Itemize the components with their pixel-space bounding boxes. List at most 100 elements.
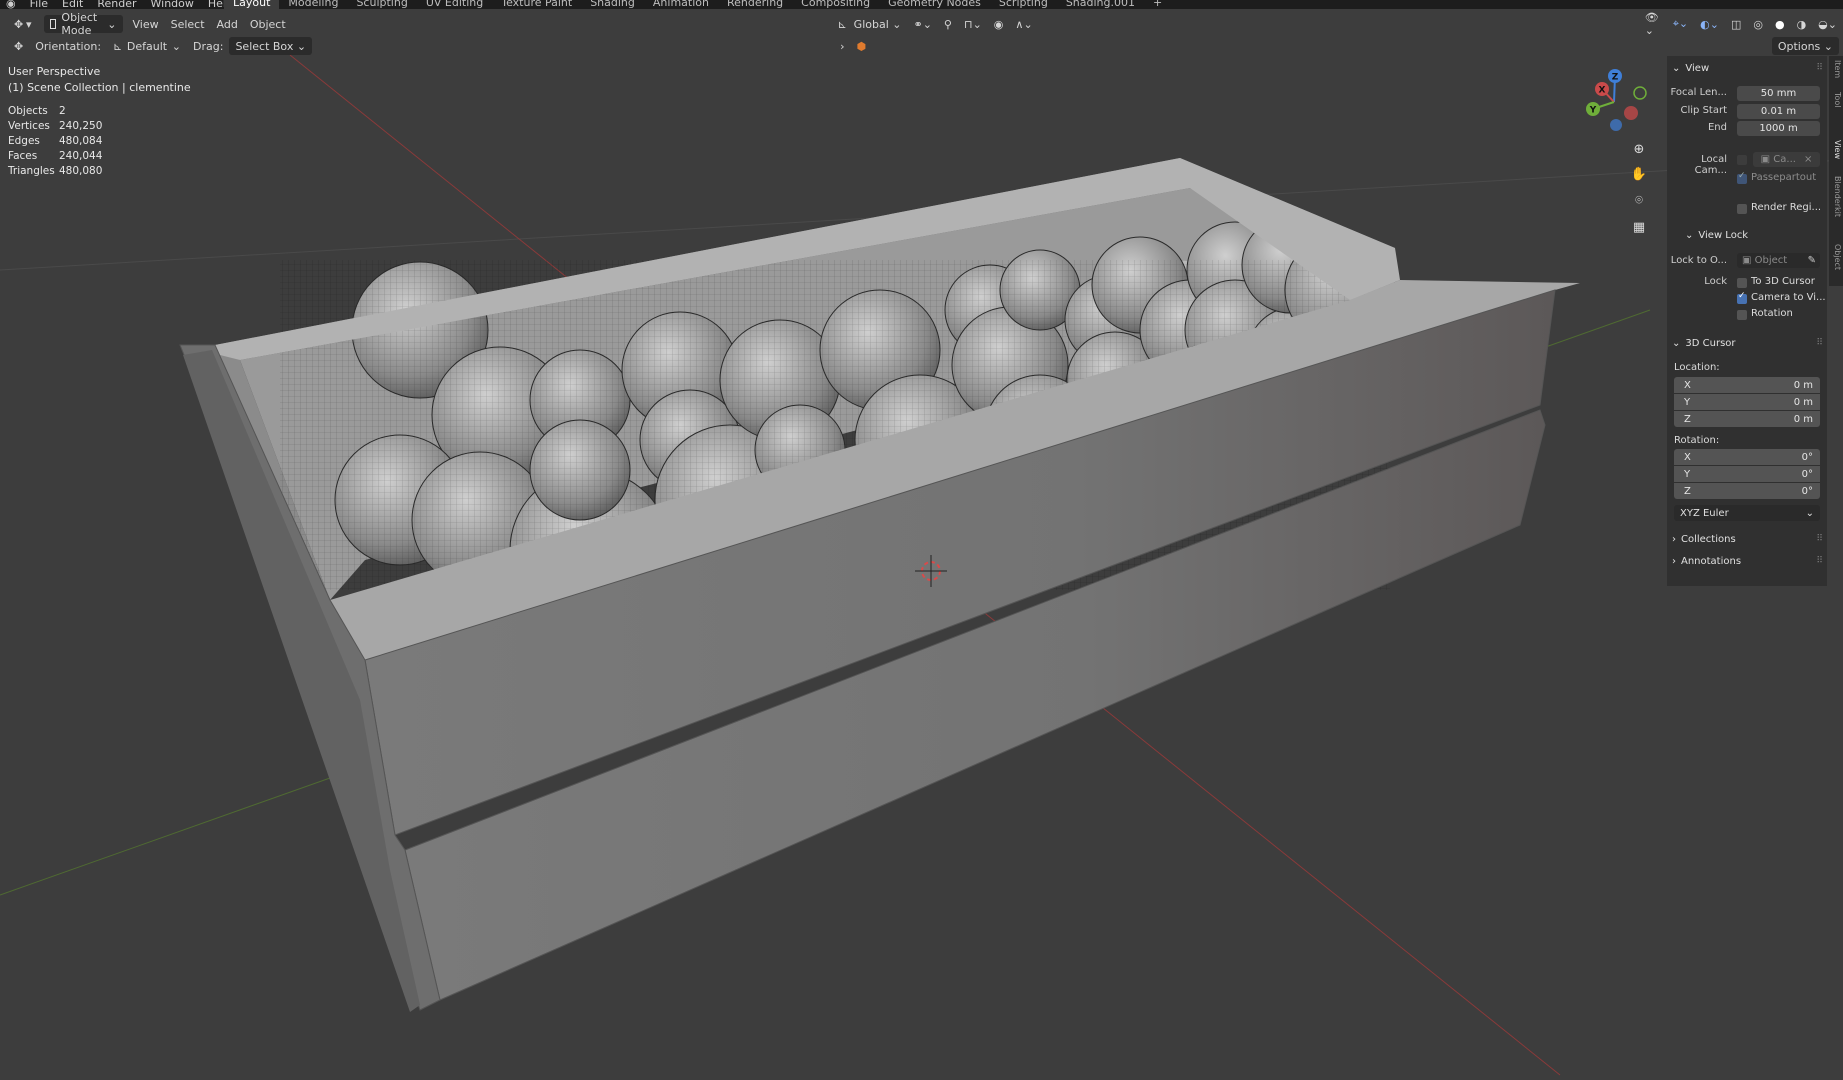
cursor-location-z[interactable]: Z0 m [1674, 411, 1820, 427]
cursor-section-header[interactable]: ⌄ 3D Cursor [1672, 338, 1736, 349]
tab-uv-editing[interactable]: UV Editing [417, 0, 492, 9]
snap-target-button[interactable]: ⊓⌄ [958, 15, 988, 33]
xray-toggle-icon[interactable]: ◫ [1725, 15, 1747, 33]
menu-file[interactable]: File [30, 0, 48, 9]
local-camera-label: Local Cam... [1694, 154, 1727, 176]
blender-logo-icon[interactable]: ◉ [6, 0, 16, 9]
tab-shading-001[interactable]: Shading.001 [1057, 0, 1144, 9]
cursor-rotation-x[interactable]: X 0° [1674, 449, 1820, 465]
view-lock-header[interactable]: ⌄ View Lock [1685, 230, 1748, 241]
proportional-edit-icon[interactable]: ◉ [988, 15, 1010, 33]
drag-grip-icon[interactable]: ⠿ [1816, 556, 1823, 566]
cursor-rotation-y[interactable]: Y 0° [1674, 466, 1820, 482]
options-dropdown[interactable]: Options ⌄ [1771, 37, 1839, 55]
visibility-icon[interactable]: 👁⌄ [1639, 11, 1667, 37]
drag-grip-icon[interactable]: ⠿ [1816, 63, 1823, 73]
shading-solid-icon[interactable]: ● [1769, 15, 1791, 33]
local-camera-field[interactable]: ▣ Ca... × [1753, 152, 1820, 167]
stat-label: Objects [8, 105, 48, 117]
clip-end-field[interactable]: 1000 m [1737, 121, 1820, 136]
collections-section-header[interactable]: › Collections [1672, 534, 1736, 545]
svg-text:Y: Y [1589, 106, 1597, 116]
add-workspace-button[interactable]: + [1144, 0, 1171, 9]
orientation-dropdown[interactable]: ⊾ Default ⌄ [107, 37, 187, 55]
view-section-header[interactable]: ⌄ View [1672, 63, 1709, 74]
lock-to-cursor-checkbox[interactable] [1737, 278, 1747, 288]
mode-dropdown[interactable]: Object Mode ⌄ [43, 11, 123, 37]
view-name: User Perspective [8, 65, 101, 78]
transform-orientation-dropdown[interactable]: ⊾ Global ⌄ [832, 15, 908, 33]
camera-to-view-checkbox[interactable] [1737, 291, 1747, 304]
expand-arrow-icon[interactable]: › [834, 37, 850, 55]
tab-modeling[interactable]: Modeling [279, 0, 347, 9]
shading-wireframe-icon[interactable]: ◎ [1747, 15, 1769, 33]
object-icon: ▣ [1742, 255, 1755, 266]
render-region-checkbox[interactable] [1737, 204, 1747, 214]
chevron-right-icon: › [1672, 556, 1676, 567]
tab-compositing[interactable]: Compositing [792, 0, 879, 9]
menu-object[interactable]: Object [244, 15, 292, 33]
cursor-location-x[interactable]: X0 m [1674, 377, 1820, 393]
cursor-location-y[interactable]: Y0 m [1674, 394, 1820, 410]
stat-value: 480,084 [59, 135, 103, 147]
camera-icon: ▣ [1760, 154, 1774, 165]
passepartout-checkbox[interactable] [1737, 171, 1747, 184]
menu-add[interactable]: Add [211, 15, 244, 33]
rotation-label: Rotation: [1674, 435, 1720, 446]
lock-rotation-label: Rotation [1751, 308, 1793, 319]
pivot-point-button[interactable]: ⚭⌄ [907, 15, 937, 33]
drag-grip-icon[interactable]: ⠿ [1816, 338, 1823, 348]
drag-dropdown[interactable]: Select Box ⌄ [229, 37, 313, 55]
tab-scripting[interactable]: Scripting [990, 0, 1057, 9]
lock-to-object-field[interactable]: ▣ Object ✎ [1737, 253, 1820, 268]
axes-icon: ✥ [14, 18, 24, 31]
menu-select[interactable]: Select [165, 15, 211, 33]
camera-view-icon[interactable]: ⌾ [1628, 189, 1650, 211]
clip-start-label: Clip Start [1680, 105, 1728, 116]
tab-layout[interactable]: Layout [224, 0, 280, 9]
pan-hand-icon[interactable]: ✋ [1628, 163, 1650, 185]
svg-text:Z: Z [1612, 73, 1619, 83]
sidebar-tab-item[interactable]: Item [1830, 60, 1842, 78]
tab-animation[interactable]: Animation [644, 0, 718, 9]
tab-rendering[interactable]: Rendering [718, 0, 792, 9]
blenderkit-icon[interactable]: ⬢ [850, 37, 872, 55]
perspective-grid-icon[interactable]: ▦ [1628, 216, 1650, 238]
navigation-gizmo[interactable]: Z X Y [1578, 66, 1650, 138]
menu-render[interactable]: Render [97, 0, 136, 9]
falloff-button[interactable]: ∧⌄ [1009, 15, 1038, 33]
chevron-down-icon: ⌄ [1672, 338, 1681, 349]
menu-window[interactable]: Window [151, 0, 194, 9]
tab-sculpting[interactable]: Sculpting [347, 0, 416, 9]
editor-type-button[interactable]: ✥ ▾ [8, 15, 38, 33]
neg-y-axis-icon [1633, 86, 1647, 100]
3d-viewport[interactable] [0, 0, 1843, 1080]
sidebar-tab-object[interactable]: Object [1830, 244, 1842, 270]
annotations-section-header[interactable]: › Annotations [1672, 556, 1741, 567]
local-camera-checkbox[interactable] [1737, 155, 1747, 165]
tab-texture-paint[interactable]: Texture Paint [492, 0, 581, 9]
sidebar-tab-blenderkit[interactable]: Blenderkit [1830, 176, 1842, 217]
stat-label: Vertices [8, 120, 50, 132]
gizmo-toggle-icon[interactable]: ⌖⌄ [1667, 15, 1694, 33]
eyedropper-icon[interactable]: ✎ [1808, 255, 1816, 266]
lock-rotation-checkbox[interactable] [1737, 310, 1747, 320]
zoom-icon[interactable]: ⊕ [1628, 138, 1650, 160]
cursor-rotation-z[interactable]: Z 0° [1674, 483, 1820, 499]
close-icon[interactable]: × [1804, 154, 1812, 165]
rotation-mode-dropdown[interactable]: XYZ Euler ⌄ [1674, 505, 1820, 521]
shading-material-icon[interactable]: ◑ [1791, 15, 1813, 33]
sidebar-tab-tool[interactable]: Tool [1830, 92, 1842, 108]
drag-grip-icon[interactable]: ⠿ [1816, 534, 1823, 544]
sidebar-tab-view[interactable]: View [1830, 140, 1842, 159]
menu-view[interactable]: View [127, 15, 165, 33]
clip-start-field[interactable]: 0.01 m [1737, 104, 1820, 119]
focal-length-field[interactable]: 50 mm [1737, 86, 1820, 101]
overlay-toggle-icon[interactable]: ◐⌄ [1694, 15, 1725, 33]
shading-rendered-icon[interactable]: ◒⌄ [1812, 15, 1843, 33]
snap-toggle-icon[interactable]: ⚲ [938, 15, 958, 33]
tab-shading[interactable]: Shading [581, 0, 644, 9]
tab-geometry-nodes[interactable]: Geometry Nodes [879, 0, 990, 9]
move-tool-icon[interactable]: ✥ [8, 37, 29, 55]
menu-edit[interactable]: Edit [62, 0, 83, 9]
